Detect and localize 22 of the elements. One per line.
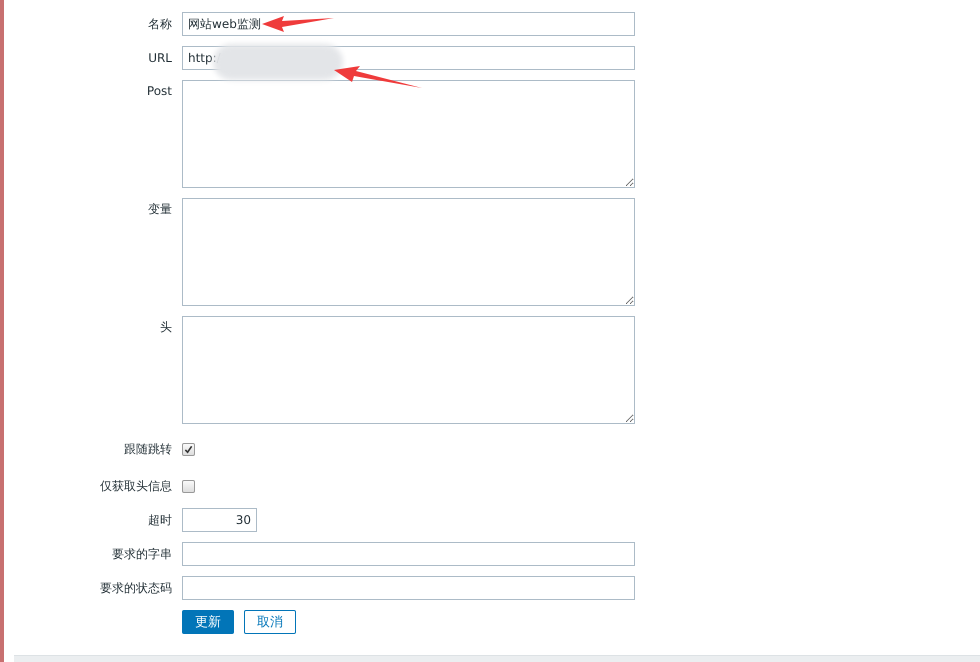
field-label: Post bbox=[146, 83, 172, 100]
field-label: 头 bbox=[159, 319, 172, 336]
input-field[interactable] bbox=[182, 576, 635, 600]
field-label: 超时 bbox=[147, 512, 172, 529]
input-field[interactable]: 网站web监测 bbox=[182, 12, 635, 36]
text-area[interactable] bbox=[182, 80, 635, 188]
field-label: 跟随跳转 bbox=[123, 441, 172, 458]
field-label: 变量 bbox=[147, 201, 172, 218]
cancel-button[interactable]: 取消 bbox=[244, 610, 296, 634]
annotation-arrow bbox=[262, 16, 334, 32]
field-label: 名称 bbox=[147, 16, 172, 33]
text-area[interactable] bbox=[182, 316, 635, 424]
field-label: 要求的状态码 bbox=[99, 580, 172, 597]
update-button[interactable]: 更新 bbox=[182, 610, 234, 634]
field-label: 要求的字串 bbox=[111, 546, 172, 563]
field-label: URL bbox=[147, 50, 172, 67]
checkbox[interactable] bbox=[182, 480, 195, 493]
field-label: 仅获取头信息 bbox=[99, 478, 172, 495]
input-field[interactable] bbox=[182, 542, 635, 566]
input-field[interactable]: 30 bbox=[182, 508, 257, 532]
text-area[interactable] bbox=[182, 198, 635, 306]
checkbox[interactable] bbox=[182, 443, 195, 456]
